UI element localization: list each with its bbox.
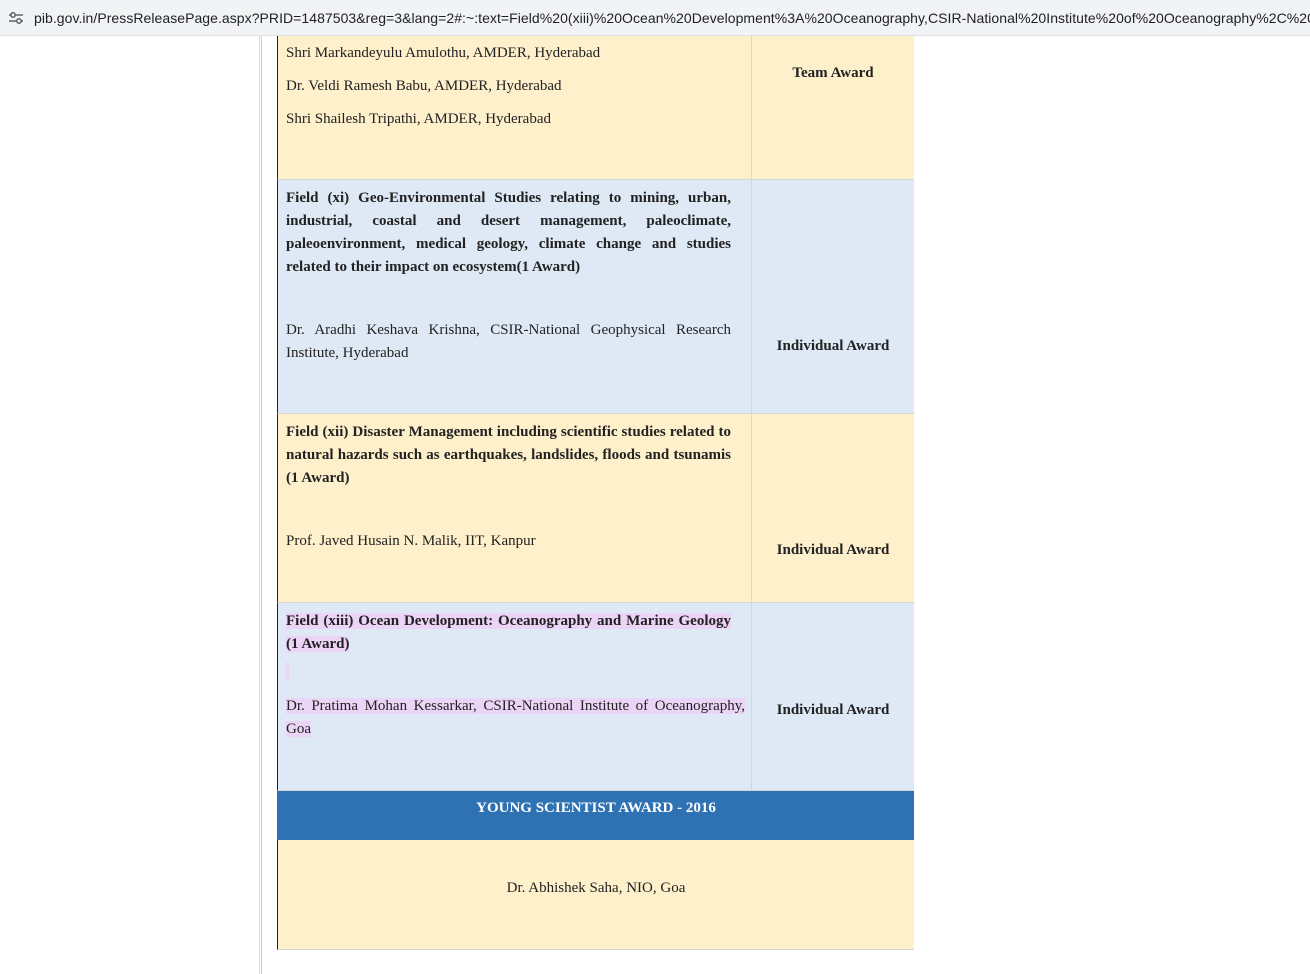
field-cell: Field (xi) Geo-Environmental Studies rel… bbox=[278, 180, 752, 413]
tune-icon[interactable] bbox=[8, 11, 24, 25]
award-type-cell: Team Award bbox=[752, 36, 914, 179]
recipient-name: Dr. Pratima Mohan Kessarkar, CSIR-Nation… bbox=[286, 695, 745, 741]
section-header: YOUNG SCIENTIST AWARD - 2016 bbox=[277, 791, 914, 840]
url-text[interactable]: pib.gov.in/PressReleasePage.aspx?PRID=14… bbox=[34, 10, 1310, 26]
award-type-cell: Individual Award bbox=[752, 603, 914, 790]
text-highlight: Field (xiii) Ocean Development: Oceanogr… bbox=[286, 613, 731, 652]
awards-table: Shri Markandeyulu Amulothu, AMDER, Hyder… bbox=[277, 36, 914, 950]
text-highlight-marker bbox=[286, 662, 289, 679]
table-row: Field (xii) Disaster Management includin… bbox=[277, 414, 914, 603]
award-type: Individual Award bbox=[776, 338, 890, 354]
recipient-name: Shri Markandeyulu Amulothu, AMDER, Hyder… bbox=[286, 45, 601, 61]
field-heading: Field (xiii) Ocean Development: Oceanogr… bbox=[286, 610, 731, 656]
browser-address-bar[interactable]: pib.gov.in/PressReleasePage.aspx?PRID=14… bbox=[0, 0, 1310, 36]
table-row: Dr. Abhishek Saha, NIO, Goa bbox=[277, 840, 914, 950]
recipient-name: Dr. Aradhi Keshava Krishna, CSIR-Nationa… bbox=[286, 322, 731, 361]
award-type-cell: Individual Award bbox=[752, 180, 914, 413]
field-cell: Field (xiii) Ocean Development: Oceanogr… bbox=[278, 603, 752, 790]
recipients-cell: Shri Markandeyulu Amulothu, AMDER, Hyder… bbox=[278, 36, 752, 179]
recipient-cell: Dr. Abhishek Saha, NIO, Goa bbox=[507, 840, 686, 949]
field-heading: Field (xii) Disaster Management includin… bbox=[286, 424, 731, 486]
award-type: Individual Award bbox=[776, 542, 890, 558]
table-row: Field (xiii) Ocean Development: Oceanogr… bbox=[277, 603, 914, 791]
recipient-name: Dr. Abhishek Saha, NIO, Goa bbox=[506, 880, 686, 896]
field-cell: Field (xii) Disaster Management includin… bbox=[278, 414, 752, 602]
award-type: Individual Award bbox=[776, 702, 890, 718]
table-row: Field (xi) Geo-Environmental Studies rel… bbox=[277, 180, 914, 414]
recipient-name: Prof. Javed Husain N. Malik, IIT, Kanpur bbox=[286, 533, 536, 549]
recipient-name: Dr. Veldi Ramesh Babu, AMDER, Hyderabad bbox=[286, 78, 562, 94]
text-highlight: Dr. Pratima Mohan Kessarkar, CSIR-Nation… bbox=[286, 698, 745, 737]
page-border-line bbox=[261, 36, 262, 974]
award-type: Team Award bbox=[792, 65, 874, 81]
table-row: Shri Markandeyulu Amulothu, AMDER, Hyder… bbox=[277, 36, 914, 180]
section-header-title: YOUNG SCIENTIST AWARD - 2016 bbox=[476, 800, 716, 816]
recipient-name: Shri Shailesh Tripathi, AMDER, Hyderabad bbox=[286, 111, 551, 127]
field-heading: Field (xi) Geo-Environmental Studies rel… bbox=[286, 190, 731, 275]
award-type-cell: Individual Award bbox=[752, 414, 914, 602]
page-border-line bbox=[259, 36, 260, 974]
